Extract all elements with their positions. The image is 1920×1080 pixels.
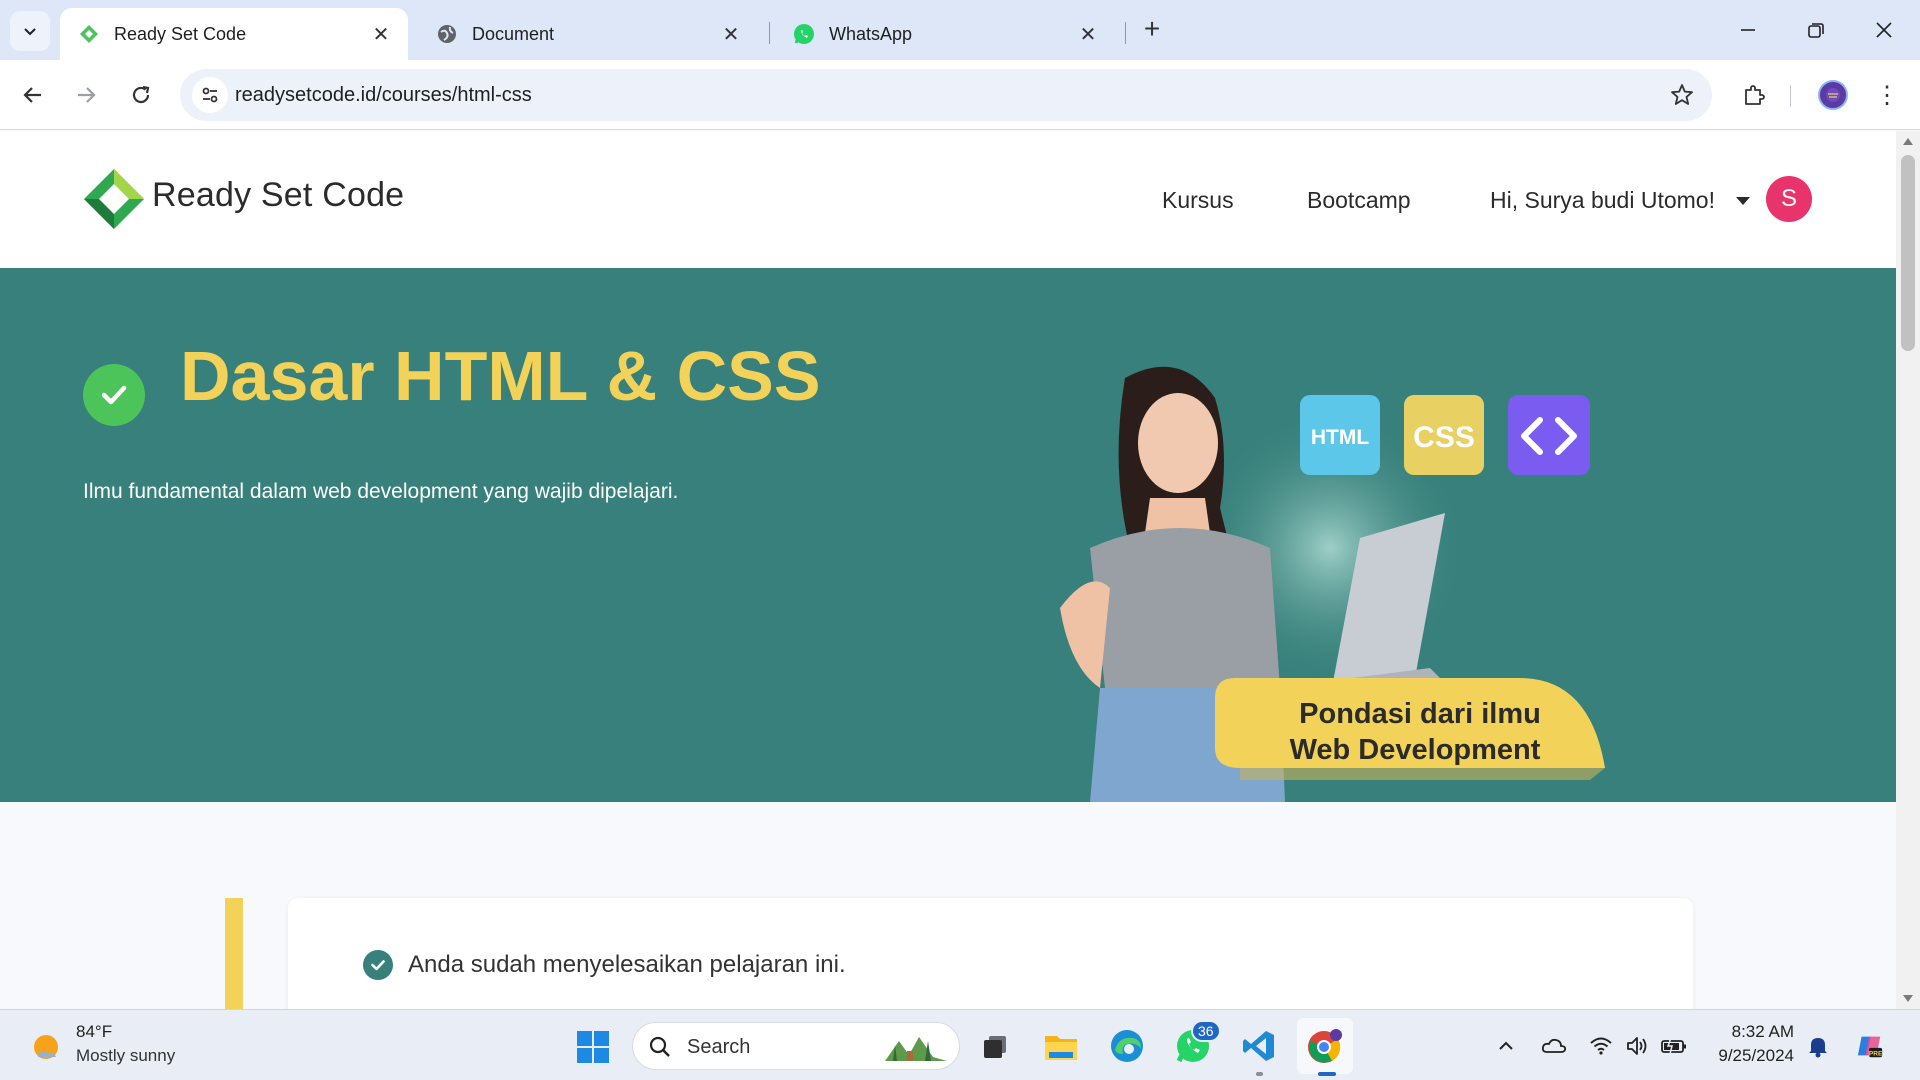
banner-line-1: Pondasi dari ilmu (1299, 698, 1541, 730)
hero-illustration: HTML CSS Pondasi dari ilmu Web Developme… (1060, 366, 1605, 802)
profile-avatar-button[interactable] (1818, 80, 1848, 110)
puzzle-icon (1745, 85, 1765, 105)
close-icon (1876, 22, 1892, 38)
chrome-taskbar-icon[interactable] (1304, 1025, 1346, 1067)
tab-title: WhatsApp (829, 23, 913, 44)
clock-time[interactable]: 8:32 AM (1728, 1022, 1794, 1042)
page-viewport: Ready Set Code Kursus Bootcamp Hi, Surya… (0, 131, 1896, 1009)
svg-text:PRE: PRE (1869, 1050, 1883, 1057)
vscode-running-indicator (1256, 1072, 1263, 1076)
site-header: Ready Set Code Kursus Bootcamp Hi, Surya… (0, 131, 1896, 268)
browser-menu-button[interactable]: ⋮ (1872, 77, 1902, 113)
file-explorer-icon[interactable] (1040, 1025, 1082, 1067)
tab-title: Ready Set Code (114, 23, 247, 44)
extensions-button[interactable] (1736, 77, 1772, 113)
restore-icon (1808, 23, 1824, 38)
restore-button[interactable] (1796, 12, 1836, 48)
chrome-active-indicator (1318, 1072, 1336, 1076)
tab-separator (769, 22, 770, 44)
minimize-button[interactable] (1728, 12, 1768, 48)
sunny-weather-icon[interactable] (28, 1029, 64, 1065)
html-badge: HTML (1311, 426, 1369, 449)
new-tab-button[interactable]: + (1137, 13, 1167, 44)
site-info-button[interactable] (192, 77, 228, 113)
task-view-icon[interactable] (974, 1025, 1016, 1067)
ready-set-code-logo-icon[interactable] (82, 167, 146, 231)
user-greeting-menu[interactable]: Hi, Surya budi Utomo! (1490, 187, 1715, 214)
close-window-button[interactable] (1864, 12, 1904, 48)
close-tab-icon[interactable]: ✕ (1075, 21, 1101, 47)
close-tab-icon[interactable]: ✕ (718, 21, 744, 47)
battery-icon[interactable] (1660, 1032, 1688, 1060)
volume-icon[interactable] (1624, 1032, 1652, 1060)
course-hero: Dasar HTML & CSS Ilmu fundamental dalam … (0, 268, 1896, 802)
vscode-icon[interactable] (1238, 1025, 1280, 1067)
weather-description[interactable]: Mostly sunny (76, 1046, 175, 1066)
nav-bootcamp-link[interactable]: Bootcamp (1307, 187, 1411, 214)
reload-icon (132, 85, 150, 104)
arrow-right-icon (78, 87, 96, 103)
browser-tab-bar: Ready Set Code ✕ Document ✕ WhatsApp ✕ + (0, 0, 1920, 60)
minimize-icon (1741, 29, 1755, 31)
reload-button[interactable] (123, 77, 159, 113)
ready-set-code-favicon-icon (78, 23, 100, 45)
chevron-down-icon (24, 28, 36, 36)
whatsapp-unread-badge: 36 (1191, 1020, 1221, 1042)
tune-icon (202, 87, 218, 103)
whatsapp-icon (793, 23, 815, 45)
tab-whatsapp[interactable]: WhatsApp ✕ (775, 8, 1115, 60)
course-title: Dasar HTML & CSS (180, 337, 821, 415)
page-scrollbar[interactable] (1896, 131, 1920, 1009)
user-avatar[interactable]: S (1766, 176, 1812, 222)
banner-line-2: Web Development (1290, 734, 1541, 766)
show-hidden-icons-button[interactable] (1492, 1032, 1520, 1060)
completed-check-icon (83, 364, 145, 426)
wifi-icon[interactable] (1587, 1032, 1615, 1060)
css-badge: CSS (1413, 421, 1475, 454)
search-icon (649, 1036, 670, 1057)
lesson-complete-check-icon (363, 950, 393, 980)
taskbar-search-box[interactable]: Search (632, 1022, 960, 1070)
arrow-left-icon (23, 87, 41, 103)
caret-down-icon[interactable] (1736, 197, 1750, 205)
scroll-up-icon[interactable] (1903, 138, 1913, 145)
search-highlight-landscape-icon (885, 1037, 947, 1061)
address-bar[interactable]: readysetcode.id/courses/html-css (180, 69, 1712, 121)
weather-temperature[interactable]: 84°F (76, 1022, 112, 1042)
tab-search-button[interactable] (10, 11, 50, 51)
windows-start-icon[interactable] (575, 1029, 611, 1065)
scrollbar-thumb[interactable] (1901, 155, 1915, 351)
copilot-icon[interactable]: PRE (1856, 1032, 1884, 1060)
browser-toolbar: readysetcode.id/courses/html-css ⋮ (0, 60, 1920, 130)
chevron-up-icon (1499, 1041, 1513, 1050)
tab-document[interactable]: Document ✕ (418, 8, 758, 60)
edge-browser-icon[interactable] (1106, 1025, 1148, 1067)
scroll-down-icon[interactable] (1903, 995, 1913, 1002)
notification-bell-icon[interactable] (1804, 1032, 1832, 1060)
tab-ready-set-code[interactable]: Ready Set Code ✕ (60, 8, 408, 60)
windows-taskbar: 84°F Mostly sunny Search 36 8:32 AM 9/25… (0, 1009, 1920, 1080)
onedrive-sync-icon[interactable] (1540, 1032, 1568, 1060)
brand-name[interactable]: Ready Set Code (152, 176, 404, 215)
bookmark-button[interactable] (1666, 79, 1698, 111)
search-label: Search (687, 1036, 751, 1058)
toolbar-divider (1790, 85, 1791, 107)
close-tab-icon[interactable]: ✕ (368, 21, 394, 47)
course-subtitle: Ilmu fundamental dalam web development y… (83, 480, 679, 503)
clock-date[interactable]: 9/25/2024 (1706, 1046, 1794, 1066)
tab-separator (1125, 22, 1126, 44)
back-button[interactable] (15, 77, 51, 113)
tab-title: Document (472, 23, 555, 44)
forward-button[interactable] (68, 77, 104, 113)
profile-logo-icon (1826, 88, 1840, 102)
lesson-complete-message: Anda sudah menyelesaikan pelajaran ini. (408, 951, 846, 978)
accent-bar (225, 898, 243, 1009)
url-text[interactable]: readysetcode.id/courses/html-css (235, 84, 532, 107)
globe-icon (436, 23, 458, 45)
nav-courses-link[interactable]: Kursus (1162, 187, 1234, 214)
star-icon (1671, 84, 1693, 105)
